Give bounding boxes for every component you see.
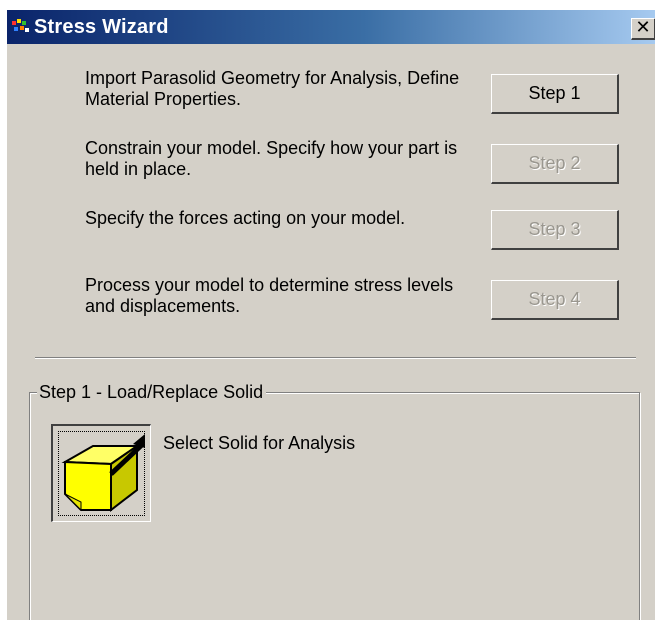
close-button[interactable]: ✕ — [631, 18, 655, 40]
step-4-button[interactable]: Step 4 — [491, 280, 619, 320]
window-title: Stress Wizard — [34, 16, 169, 38]
step-3-description: Specify the forces acting on your model. — [85, 208, 406, 228]
section-separator — [35, 357, 636, 359]
step-2-description: Constrain your model. Specify how your p… — [85, 138, 458, 179]
select-solid-button[interactable] — [51, 424, 151, 522]
close-icon: ✕ — [635, 17, 651, 38]
solid-block-select-icon — [61, 434, 145, 513]
step-1-description: Import Parasolid Geometry for Analysis, … — [85, 68, 460, 109]
step-1-button[interactable]: Step 1 — [491, 74, 619, 114]
step-3-button[interactable]: Step 3 — [491, 210, 619, 250]
app-icon — [12, 19, 30, 35]
step-4-description: Process your model to determine stress l… — [85, 275, 454, 316]
title-bar[interactable]: Stress Wizard ✕ — [7, 10, 655, 44]
step-2-button[interactable]: Step 2 — [491, 144, 619, 184]
select-solid-label: Select Solid for Analysis — [163, 433, 356, 453]
stress-wizard-window: Stress Wizard ✕ Import Parasolid Geometr… — [6, 9, 655, 620]
groupbox-title: Step 1 - Load/Replace Solid — [37, 381, 267, 403]
